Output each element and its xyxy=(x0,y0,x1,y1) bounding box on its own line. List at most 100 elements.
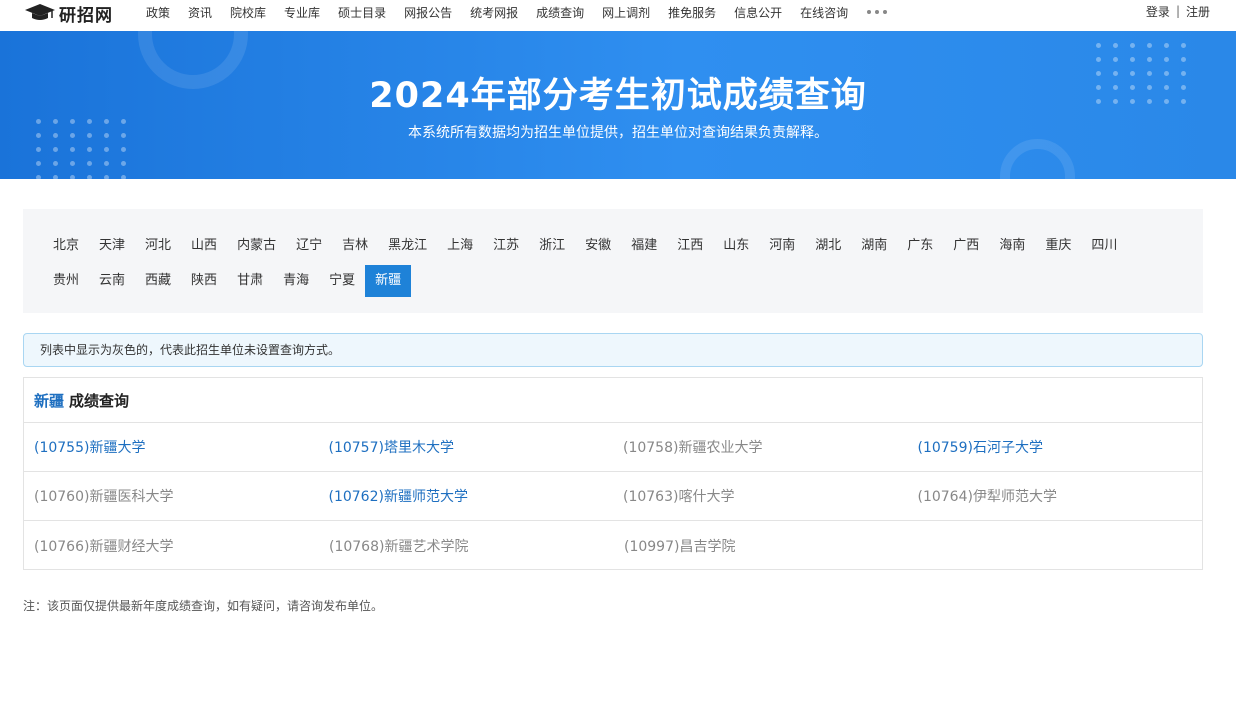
region-tab[interactable]: 陕西 xyxy=(181,265,227,297)
decorative-dot xyxy=(70,175,75,179)
nav-item[interactable]: 网报公告 xyxy=(404,4,452,21)
info-notice: 列表中显示为灰色的，代表此招生单位未设置查询方式。 xyxy=(23,333,1203,367)
region-tab[interactable]: 云南 xyxy=(89,265,135,297)
decorative-dot xyxy=(87,175,92,179)
region-tab[interactable]: 河南 xyxy=(759,230,805,262)
decorative-dot xyxy=(1113,43,1118,48)
region-tab[interactable]: 浙江 xyxy=(529,230,575,262)
decorative-dot xyxy=(1130,57,1135,62)
region-tab[interactable]: 宁夏 xyxy=(319,265,365,297)
decorative-dot xyxy=(53,161,58,166)
nav-item[interactable]: 院校库 xyxy=(230,4,266,21)
region-tab[interactable]: 山西 xyxy=(181,230,227,262)
nav-item[interactable]: 资讯 xyxy=(188,4,212,21)
nav-item[interactable]: 专业库 xyxy=(284,4,320,21)
region-tab[interactable]: 广西 xyxy=(943,230,989,262)
university-link[interactable]: (10755)新疆大学 xyxy=(24,437,319,457)
top-navbar: 研招网 政策 资讯 院校库 专业库 硕士目录 网报公告 统考网报 成绩查询 网上调剂 推免服务 信息… xyxy=(0,0,1236,31)
decorative-dot xyxy=(104,161,109,166)
page-subtitle: 本系统所有数据均为招生单位提供，招生单位对查询结果负责解释。 xyxy=(408,125,828,141)
region-tab[interactable]: 青海 xyxy=(273,265,319,297)
university-link[interactable]: (10762)新疆师范大学 xyxy=(319,486,614,506)
region-tab[interactable]: 江西 xyxy=(667,230,713,262)
region-tab[interactable]: 甘肃 xyxy=(227,265,273,297)
decorative-dot xyxy=(1181,43,1186,48)
site-logo[interactable]: 研招网 xyxy=(24,2,113,26)
region-tab[interactable]: 江苏 xyxy=(483,230,529,262)
region-selector: 北京 天津 河北 山西 内蒙古 辽宁 吉林 黑龙江 上海 江苏 浙江 安徽 福建 江西 山东 河南 湖北 湖南 广东… xyxy=(23,209,1203,313)
panel-header: 新疆 成绩查询 xyxy=(24,378,1202,423)
decorative-dot xyxy=(1164,57,1169,62)
footnote: 注：该页面仅提供最新年度成绩查询，如有疑问，请咨询发布单位。 xyxy=(23,599,384,613)
panel-title: 成绩查询 xyxy=(69,391,130,410)
decorative-dot xyxy=(53,147,58,152)
region-tab[interactable]: 黑龙江 xyxy=(378,230,437,262)
decorative-dot xyxy=(121,161,126,166)
region-tab[interactable]: 湖南 xyxy=(851,230,897,262)
decorative-dot xyxy=(1147,57,1152,62)
decorative-dot xyxy=(1096,43,1101,48)
nav-item[interactable]: 统考网报 xyxy=(470,4,518,21)
region-tab[interactable]: 海南 xyxy=(989,230,1035,262)
decorative-dot xyxy=(104,147,109,152)
region-tab[interactable]: 河北 xyxy=(135,230,181,262)
main-menu: 政策 资讯 院校库 专业库 硕士目录 网报公告 统考网报 成绩查询 网上调剂 推免服务 信息公开 在线… xyxy=(137,0,888,24)
decorative-dot xyxy=(1147,43,1152,48)
region-tab[interactable]: 西藏 xyxy=(135,265,181,297)
region-tab[interactable]: 新疆 xyxy=(365,264,412,297)
table-row: (10755)新疆大学 (10757)塔里木大学 (10758)新疆农业大学 (107… xyxy=(24,423,1202,472)
region-tab[interactable]: 广东 xyxy=(897,230,943,262)
decorative-dot xyxy=(87,147,92,152)
region-tab[interactable]: 安徽 xyxy=(575,230,621,262)
university-link[interactable]: (10757)塔里木大学 xyxy=(319,437,614,457)
nav-item[interactable]: 网上调剂 xyxy=(602,4,650,21)
decorative-dot xyxy=(1164,43,1169,48)
table-row: (10766)新疆财经大学 (10768)新疆艺术学院 (10997)昌吉学院 xyxy=(24,521,1202,570)
decorative-dot xyxy=(1113,57,1118,62)
region-row: 贵州 云南 西藏 陕西 甘肃 青海 宁夏 新疆 xyxy=(43,263,1183,298)
decorative-dot xyxy=(121,175,126,179)
region-row: 北京 天津 河北 山西 内蒙古 辽宁 吉林 黑龙江 上海 江苏 浙江 安徽 福建 江西 山东 河南 湖北 湖南 广东… xyxy=(43,228,1183,263)
decorative-dot xyxy=(1130,43,1135,48)
more-menu-icon[interactable] xyxy=(867,10,888,14)
auth-separator: | xyxy=(1175,4,1180,18)
nav-item[interactable]: 硕士目录 xyxy=(338,4,386,21)
decorative-dot xyxy=(36,147,41,152)
decorative-dot xyxy=(36,161,41,166)
region-tab[interactable]: 辽宁 xyxy=(286,230,332,262)
nav-item[interactable]: 信息公开 xyxy=(734,4,782,21)
region-tab[interactable]: 山东 xyxy=(713,230,759,262)
region-tab[interactable]: 内蒙古 xyxy=(227,230,286,262)
page-title: 2024年部分考生初试成绩查询 xyxy=(369,76,867,116)
panel-province: 新疆 xyxy=(34,391,65,410)
university-item-disabled: (10768)新疆艺术学院 xyxy=(329,538,469,555)
login-link[interactable]: 登录 xyxy=(1146,3,1170,20)
nav-item[interactable]: 成绩查询 xyxy=(536,4,584,21)
university-item-disabled: (10760)新疆医科大学 xyxy=(34,489,174,505)
decorative-dot xyxy=(104,175,109,179)
nav-item[interactable]: 推免服务 xyxy=(668,4,716,21)
decorative-dot xyxy=(1096,57,1101,62)
hero-banner: 2024年部分考生初试成绩查询 本系统所有数据均为招生单位提供，招生单位对查询结… xyxy=(0,31,1236,179)
region-tab[interactable]: 北京 xyxy=(43,230,89,262)
decorative-dot xyxy=(87,161,92,166)
region-tab[interactable]: 湖北 xyxy=(805,230,851,262)
decorative-dot xyxy=(53,175,58,179)
region-tab[interactable]: 贵州 xyxy=(43,265,89,297)
university-link[interactable]: (10759)石河子大学 xyxy=(908,437,1203,457)
region-tab[interactable]: 天津 xyxy=(89,230,135,262)
region-tab[interactable]: 重庆 xyxy=(1035,230,1081,262)
university-item-disabled: (10763)喀什大学 xyxy=(623,489,735,505)
nav-item[interactable]: 在线咨询 xyxy=(800,4,848,21)
decorative-dot xyxy=(36,175,41,179)
decorative-dot xyxy=(70,161,75,166)
nav-item[interactable]: 政策 xyxy=(146,4,170,21)
region-tab[interactable]: 四川 xyxy=(1081,230,1127,262)
graduation-cap-icon xyxy=(25,4,55,20)
region-tab[interactable]: 福建 xyxy=(621,230,667,262)
university-item-disabled: (10997)昌吉学院 xyxy=(624,538,736,555)
university-item-disabled: (10758)新疆农业大学 xyxy=(623,440,763,456)
region-tab[interactable]: 上海 xyxy=(437,230,483,262)
register-link[interactable]: 注册 xyxy=(1186,3,1210,20)
region-tab[interactable]: 吉林 xyxy=(332,230,378,262)
